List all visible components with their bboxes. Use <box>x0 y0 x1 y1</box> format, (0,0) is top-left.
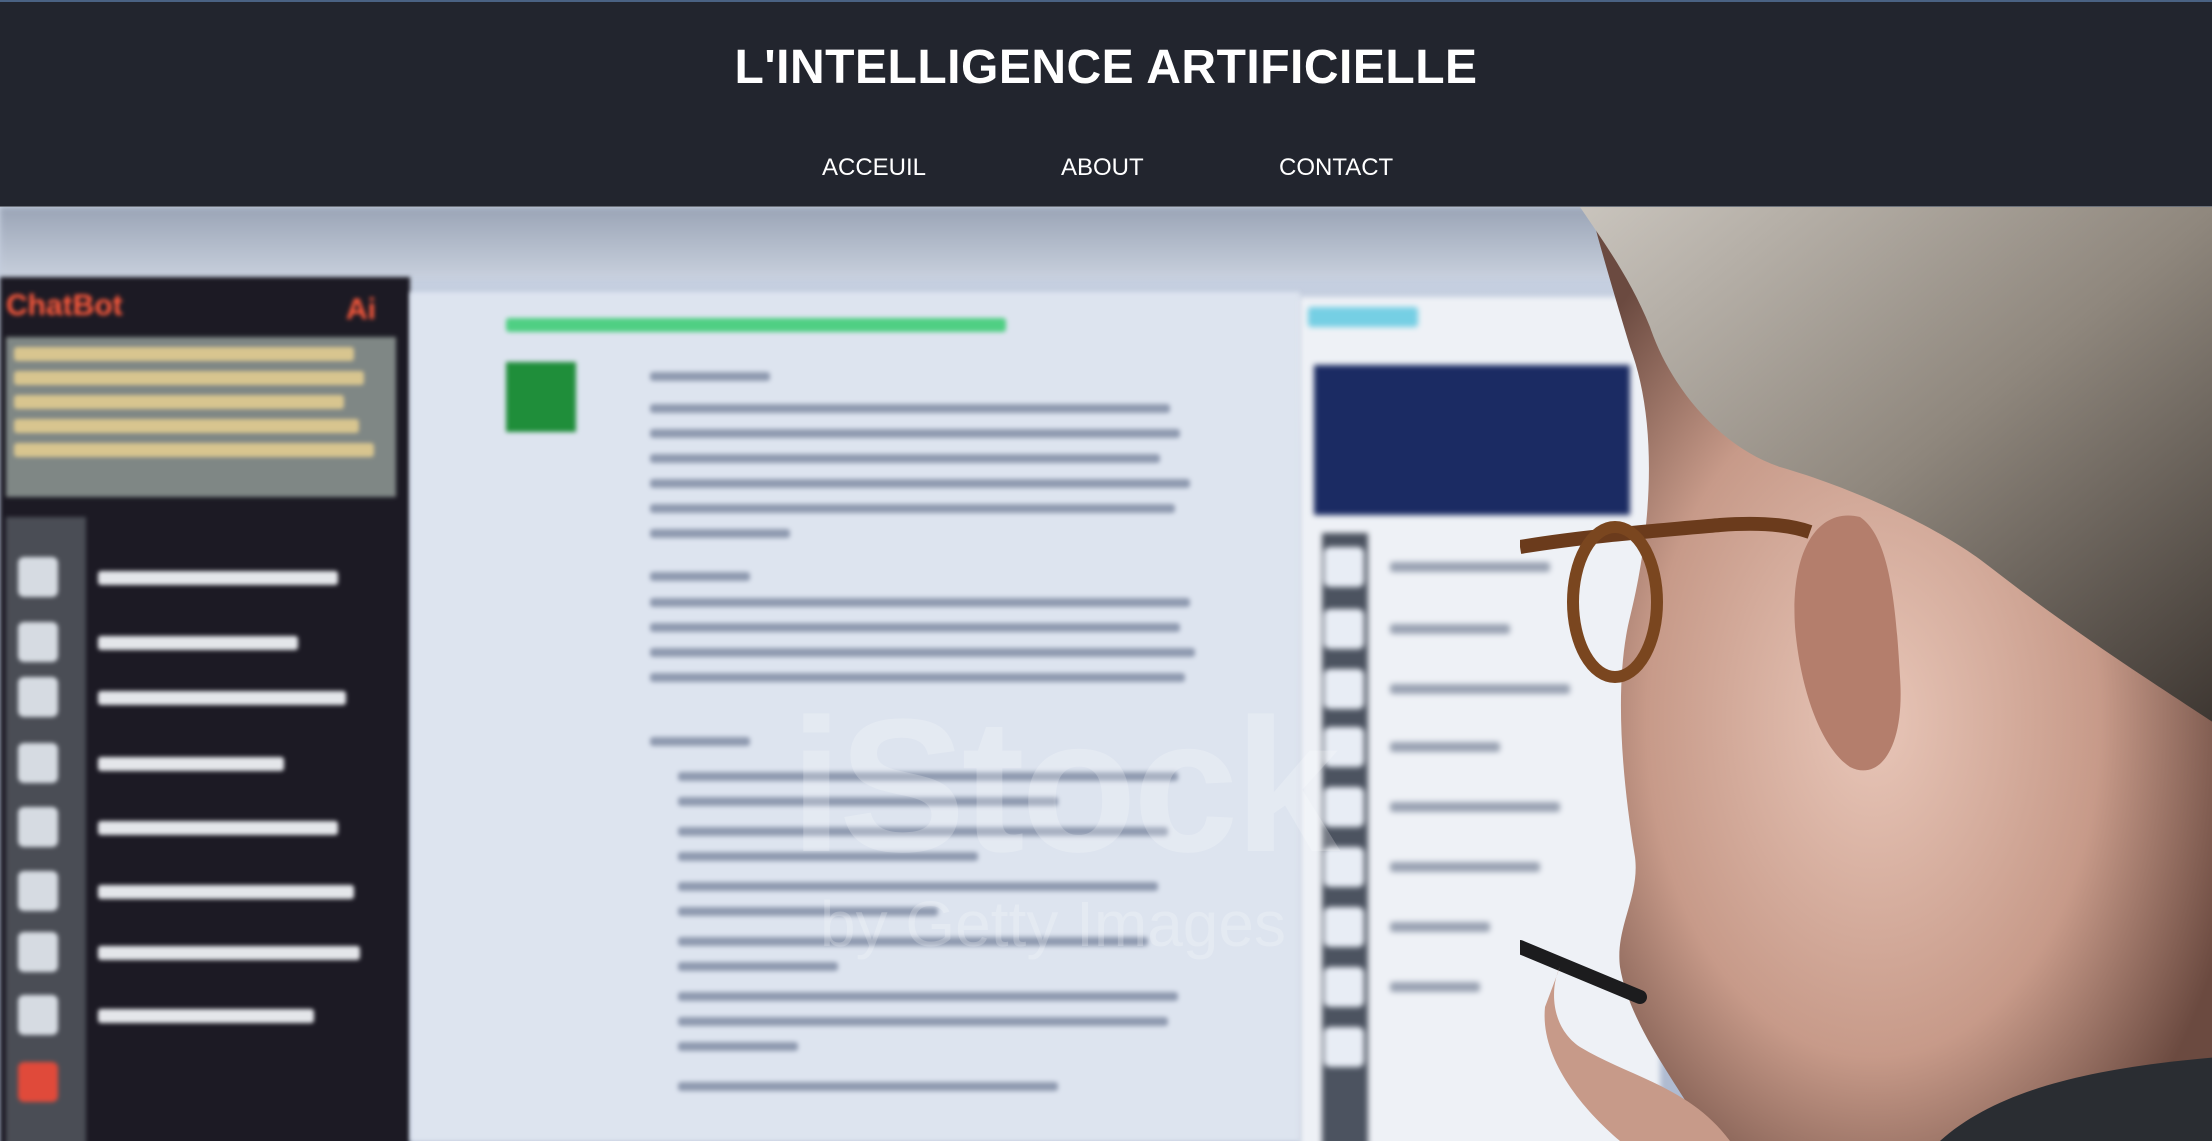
hero-chat-item <box>18 743 358 783</box>
hero-chat-item <box>18 622 358 662</box>
nav-item-about[interactable]: ABOUT <box>1061 154 1144 182</box>
istock-watermark-sub: by Getty Images <box>820 888 1286 960</box>
hero-chat-item <box>18 1062 358 1102</box>
site-header: L'INTELLIGENCE ARTIFICIELLE ACCEUIL ABOU… <box>0 2 2212 206</box>
nav-item-accueil[interactable]: ACCEUIL <box>822 154 926 182</box>
hero-image: ChatBot Ai iStock by Getty Images <box>0 207 2212 1141</box>
hero-chat-item <box>18 557 358 597</box>
hero-chat-item <box>18 677 358 717</box>
istock-watermark: iStock <box>790 680 1340 892</box>
main-nav: ACCEUIL ABOUT CONTACT <box>0 154 2212 194</box>
hero-chat-title: ChatBot <box>6 289 123 322</box>
hero-chat-badge: Ai <box>346 293 376 326</box>
hero-chat-panel: ChatBot Ai <box>0 277 410 1141</box>
hero-chat-item <box>18 807 358 847</box>
nav-item-contact[interactable]: CONTACT <box>1279 154 1393 182</box>
hero-man-figure <box>1520 207 2212 1141</box>
page-title: L'INTELLIGENCE ARTIFICIELLE <box>734 41 1478 94</box>
hero-chat-item <box>18 871 358 911</box>
hero-chat-note <box>6 337 396 497</box>
hero-chat-item <box>18 995 358 1035</box>
hero-excel-logo-icon <box>506 362 576 432</box>
hero-chat-item <box>18 932 360 972</box>
